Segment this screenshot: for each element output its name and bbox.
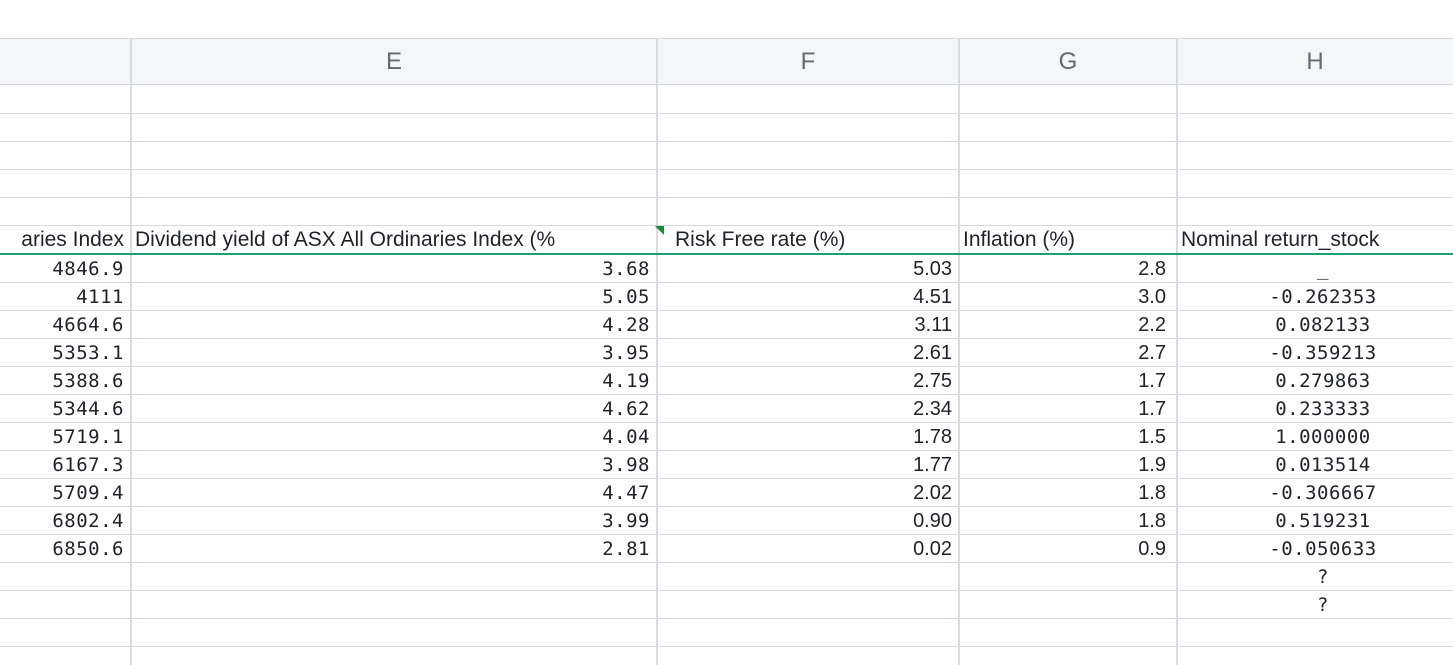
- cell-f[interactable]: [657, 563, 958, 591]
- cell-e[interactable]: [131, 563, 656, 591]
- cell-d[interactable]: [0, 563, 130, 591]
- cell-f[interactable]: 2.75: [657, 367, 958, 395]
- cell-g[interactable]: 1.8: [959, 507, 1176, 535]
- cell-f[interactable]: [657, 591, 958, 619]
- cell-g[interactable]: [959, 591, 1176, 619]
- cell-g[interactable]: 1.8: [959, 479, 1176, 507]
- cell-e[interactable]: 2.81: [131, 535, 656, 563]
- cell-e[interactable]: 5.05: [131, 283, 656, 311]
- header-cell-d[interactable]: aries Index: [0, 226, 130, 253]
- cell-h[interactable]: ?: [1177, 563, 1453, 591]
- cell-d[interactable]: 4111: [0, 283, 130, 311]
- cell-h[interactable]: 1.000000: [1177, 423, 1453, 451]
- cell-h[interactable]: -0.262353: [1177, 283, 1453, 311]
- cell-e[interactable]: 3.95: [131, 339, 656, 367]
- column-header-h[interactable]: H: [1177, 38, 1453, 85]
- cell-h[interactable]: ?: [1177, 591, 1453, 619]
- cell-g[interactable]: 1.9: [959, 451, 1176, 479]
- header-cell-f[interactable]: Risk Free rate (%): [671, 226, 959, 253]
- cell-f[interactable]: 4.51: [657, 283, 958, 311]
- cell-d[interactable]: 6167.3: [0, 451, 130, 479]
- comment-indicator-icon[interactable]: [655, 226, 664, 235]
- cell-e[interactable]: 3.68: [131, 255, 656, 283]
- cell-e[interactable]: 4.04: [131, 423, 656, 451]
- cell-d[interactable]: 6802.4: [0, 507, 130, 535]
- header-cell-h[interactable]: Nominal return_stock: [1177, 226, 1453, 253]
- cell-f[interactable]: 1.78: [657, 423, 958, 451]
- cell-e[interactable]: 4.62: [131, 395, 656, 423]
- column-header-f[interactable]: F: [657, 38, 959, 85]
- cell-g[interactable]: 3.0: [959, 283, 1176, 311]
- row-divider: [0, 141, 1453, 142]
- row-divider: [0, 113, 1453, 114]
- cell-e[interactable]: 3.99: [131, 507, 656, 535]
- cell-d[interactable]: 6850.6: [0, 535, 130, 563]
- cell-f[interactable]: 2.02: [657, 479, 958, 507]
- cell-h[interactable]: -0.359213: [1177, 339, 1453, 367]
- row-divider: [0, 646, 1453, 647]
- cell-e[interactable]: 4.47: [131, 479, 656, 507]
- cell-g[interactable]: 2.2: [959, 311, 1176, 339]
- cell-f[interactable]: 1.77: [657, 451, 958, 479]
- cell-g[interactable]: 2.7: [959, 339, 1176, 367]
- cell-f[interactable]: 2.34: [657, 395, 958, 423]
- cell-f[interactable]: 0.02: [657, 535, 958, 563]
- toolbar-area: [0, 0, 1453, 38]
- column-header-g[interactable]: G: [959, 38, 1177, 85]
- cell-h[interactable]: 0.082133: [1177, 311, 1453, 339]
- header-cell-g[interactable]: Inflation (%): [959, 226, 1177, 253]
- cell-h[interactable]: 0.519231: [1177, 507, 1453, 535]
- column-header-e[interactable]: E: [131, 38, 657, 85]
- cell-h[interactable]: _: [1177, 255, 1453, 283]
- cell-d[interactable]: 4846.9: [0, 255, 130, 283]
- cell-g[interactable]: 1.5: [959, 423, 1176, 451]
- cell-e[interactable]: 4.19: [131, 367, 656, 395]
- cell-g[interactable]: [959, 563, 1176, 591]
- cell-d[interactable]: [0, 591, 130, 619]
- cell-g[interactable]: 0.9: [959, 535, 1176, 563]
- cell-h[interactable]: -0.306667: [1177, 479, 1453, 507]
- spreadsheet-grid[interactable]: E F G H aries Index Dividend yield of AS…: [0, 0, 1453, 665]
- cell-d[interactable]: 4664.6: [0, 311, 130, 339]
- cell-d[interactable]: 5344.6: [0, 395, 130, 423]
- row-divider: [0, 169, 1453, 170]
- cell-f[interactable]: 3.11: [657, 311, 958, 339]
- cell-f[interactable]: 5.03: [657, 255, 958, 283]
- cell-h[interactable]: 0.233333: [1177, 395, 1453, 423]
- cell-g[interactable]: 2.8: [959, 255, 1176, 283]
- cell-d[interactable]: 5719.1: [0, 423, 130, 451]
- cell-e[interactable]: 4.28: [131, 311, 656, 339]
- row-divider: [0, 197, 1453, 198]
- cell-h[interactable]: -0.050633: [1177, 535, 1453, 563]
- cell-e[interactable]: [131, 591, 656, 619]
- cell-d[interactable]: 5353.1: [0, 339, 130, 367]
- cell-f[interactable]: 0.90: [657, 507, 958, 535]
- cell-f[interactable]: 2.61: [657, 339, 958, 367]
- cell-g[interactable]: 1.7: [959, 367, 1176, 395]
- cell-h[interactable]: 0.279863: [1177, 367, 1453, 395]
- header-cell-e[interactable]: Dividend yield of ASX All Ordinaries Ind…: [131, 226, 657, 253]
- cell-e[interactable]: 3.98: [131, 451, 656, 479]
- cell-h[interactable]: 0.013514: [1177, 451, 1453, 479]
- cell-g[interactable]: 1.7: [959, 395, 1176, 423]
- cell-d[interactable]: 5388.6: [0, 367, 130, 395]
- cell-d[interactable]: 5709.4: [0, 479, 130, 507]
